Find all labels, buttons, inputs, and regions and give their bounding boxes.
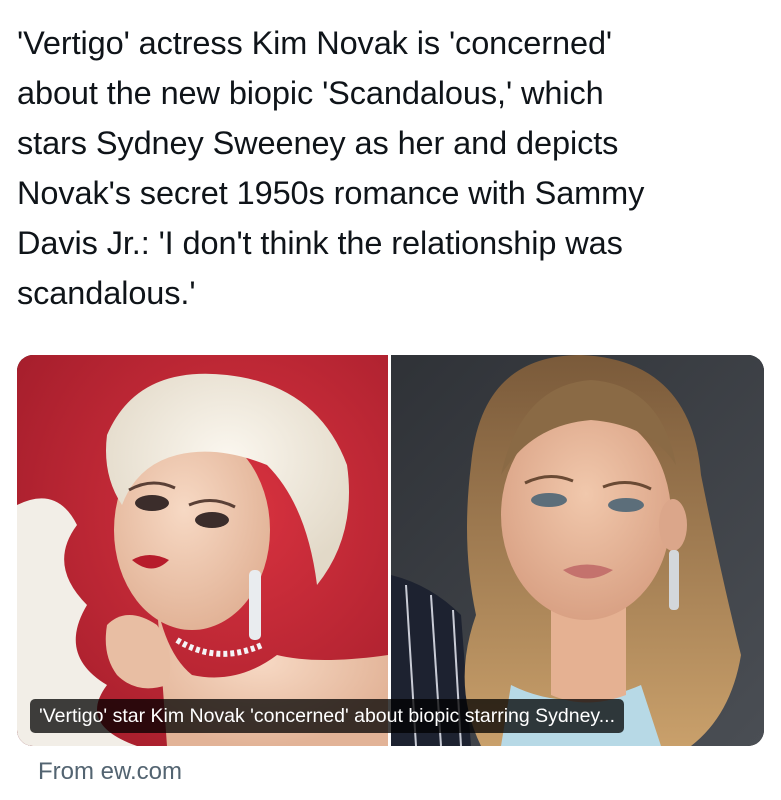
sydney-sweeney-photo <box>391 355 764 746</box>
kim-novak-photo <box>17 355 388 746</box>
link-source[interactable]: From ew.com <box>38 755 182 789</box>
tweet-text: 'Vertigo' actress Kim Novak is 'concerne… <box>17 25 645 311</box>
link-card[interactable]: 'Vertigo' star Kim Novak 'concerned' abo… <box>17 355 764 746</box>
link-card-caption: 'Vertigo' star Kim Novak 'concerned' abo… <box>30 699 624 733</box>
